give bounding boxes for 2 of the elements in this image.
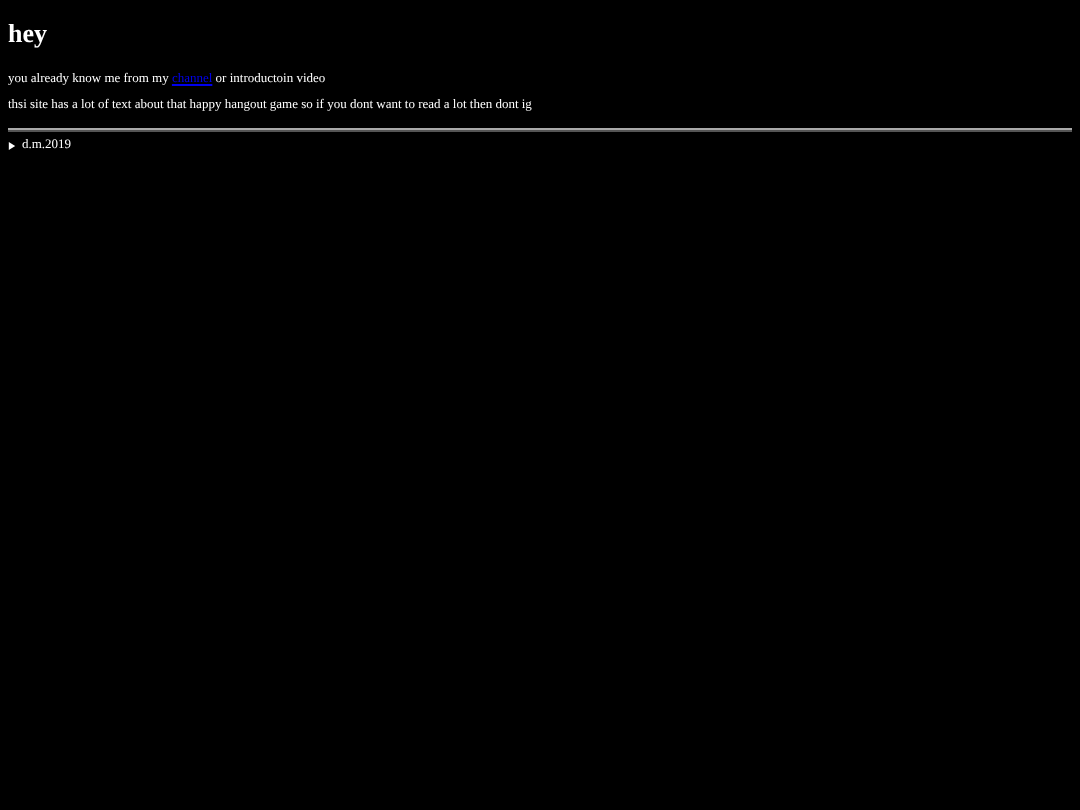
page-heading: hey bbox=[8, 18, 49, 50]
collapsed-triangle-icon[interactable] bbox=[8, 141, 16, 149]
